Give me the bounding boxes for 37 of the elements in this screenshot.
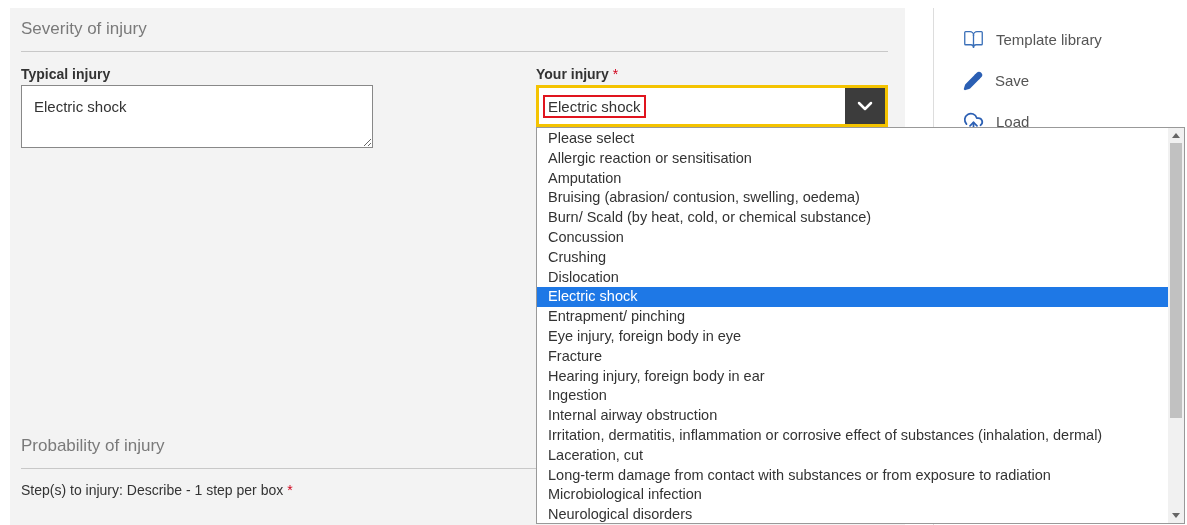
injury-dropdown[interactable]: Electric shock — [536, 85, 888, 127]
scrollbar[interactable] — [1168, 128, 1184, 523]
dropdown-option[interactable]: Amputation — [537, 168, 1168, 189]
field-label: Typical injury — [21, 66, 112, 82]
dropdown-option[interactable]: Internal airway obstruction — [537, 406, 1168, 426]
sidebar-link[interactable]: Load — [996, 113, 1030, 130]
dropdown-option[interactable]: Burn/ Scald (by heat, cold, or chemical substance) — [537, 208, 1168, 228]
dropdown-option[interactable]: Entrapment/ pinching — [537, 307, 1168, 327]
dropdown-option[interactable]: Eye injury, foreign body in eye — [537, 326, 1168, 347]
scrollbar-thumb[interactable] — [1170, 143, 1182, 418]
dropdown-option[interactable]: Microbiological infection — [537, 485, 1168, 506]
dropdown-option[interactable]: Ingestion — [537, 386, 1168, 407]
dropdown-option[interactable]: Hearing injury, foreign body in ear — [537, 366, 1168, 387]
book-icon — [963, 29, 984, 50]
dropdown-option[interactable]: Laceration, cut — [537, 445, 1168, 466]
dropdown-toggle[interactable] — [845, 88, 885, 124]
dropdown-option[interactable]: Please select — [537, 129, 1168, 149]
sidebar-link[interactable]: Template library — [996, 31, 1102, 48]
dropdown-option[interactable]: Electric shock — [537, 287, 1168, 308]
dropdown-option[interactable]: Long-term damage from contact with substances or from exposure to radiation — [537, 465, 1168, 486]
dropdown-option[interactable]: Bruising (abrasion/ contusion, swelling, oedema) — [537, 188, 1168, 209]
sidebar-link[interactable]: Save — [995, 72, 1030, 89]
pencil-icon — [963, 70, 983, 91]
dropdown-option[interactable]: Fracture — [537, 346, 1168, 367]
dropdown-option[interactable]: Irritation, dermatitis, inflammation or corrosive effect of substances (inhalation, dermal) — [537, 425, 1168, 446]
field-label: Your injury * — [536, 66, 620, 82]
section-heading: Severity of injury — [21, 19, 888, 52]
dropdown-option[interactable]: Crushing — [537, 247, 1168, 268]
dropdown-option[interactable]: Neurological disorders — [537, 505, 1168, 523]
dropdown-option[interactable]: Allergic reaction or sensitisation — [537, 148, 1168, 169]
typical-injury-field[interactable]: Electric shock — [21, 85, 373, 148]
selected-value: Electric shock — [543, 94, 646, 118]
dropdown-option[interactable]: Dislocation — [537, 267, 1168, 288]
field-label: Step(s) to injury: Describe - 1 step per box * — [21, 482, 293, 498]
dropdown-option[interactable]: Concussion — [537, 228, 1168, 248]
scroll-down-icon[interactable] — [1172, 513, 1180, 518]
scroll-up-icon[interactable] — [1172, 133, 1180, 138]
